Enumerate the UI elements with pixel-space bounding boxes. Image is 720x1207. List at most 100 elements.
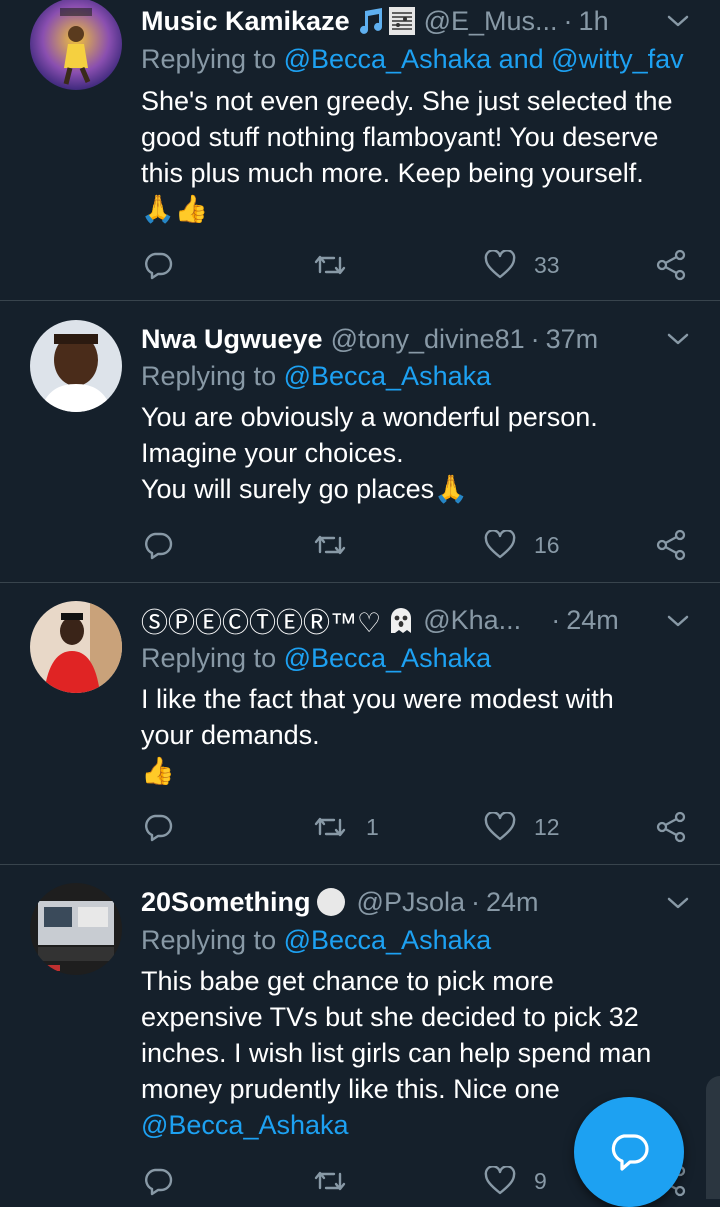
tweet-actions: 1 12 xyxy=(0,807,720,847)
tweet-text-line: You are obviously a wonderful person. xyxy=(141,402,598,432)
tweet-text: She's not even greedy. She just selected… xyxy=(141,83,692,227)
retweet-icon xyxy=(314,1171,346,1191)
share-icon xyxy=(656,249,686,281)
like-count: 16 xyxy=(534,531,560,558)
tweet-text: I like the fact that you were modest wit… xyxy=(141,681,692,789)
reply-icon xyxy=(145,814,173,842)
chevron-down-icon[interactable] xyxy=(666,11,690,31)
reply-button[interactable] xyxy=(143,807,173,847)
reply-icon xyxy=(145,532,173,560)
reply-button[interactable] xyxy=(143,525,173,565)
tweet-mention[interactable]: @Becca_Ashaka xyxy=(141,1110,349,1140)
compose-reply-button[interactable] xyxy=(574,1097,684,1207)
tweet-emoji: 🙏👍 xyxy=(141,194,209,224)
tweet-text-line: You will surely go places xyxy=(141,474,435,504)
heart-icon xyxy=(484,812,516,841)
retweet-button[interactable]: 1 xyxy=(312,807,379,847)
reply-icon xyxy=(145,252,173,280)
handle[interactable]: @Kha... xyxy=(423,605,521,636)
display-name[interactable]: Nwa Ugwueye xyxy=(141,324,323,355)
like-count: 9 xyxy=(534,1167,547,1194)
like-count: 33 xyxy=(534,251,560,278)
like-count: 12 xyxy=(534,813,560,840)
tweet-actions: 33 xyxy=(0,245,720,285)
tweet[interactable]: ⓈⓅⒺⒸⓉⒺⓇ™♡ @Kha... · 24m Replying to @Bec… xyxy=(0,582,720,865)
handle[interactable]: @tony_divine81 xyxy=(331,324,525,355)
separator-dot: · xyxy=(563,5,573,36)
tweet-text-line: Imagine your choices. xyxy=(141,438,404,468)
like-button[interactable]: 12 xyxy=(484,807,560,847)
display-name[interactable]: Music Kamikaze xyxy=(141,6,350,37)
display-name[interactable]: 20Something xyxy=(141,887,311,918)
tweet-text-line: I like the fact that you were modest wit… xyxy=(141,684,614,714)
replying-to: Replying to @Becca_Ashaka xyxy=(141,643,700,674)
timestamp[interactable]: 24m xyxy=(566,605,619,636)
replying-to-mentions[interactable]: @Becca_Ashaka xyxy=(284,925,492,955)
timestamp[interactable]: 37m xyxy=(546,324,599,355)
avatar[interactable] xyxy=(30,320,122,412)
reply-button[interactable] xyxy=(143,1161,173,1201)
heart-icon xyxy=(484,530,516,559)
like-button[interactable]: 33 xyxy=(484,245,560,285)
handle[interactable]: @PJsola xyxy=(357,887,465,918)
replying-to: Replying to @Becca_Ashaka xyxy=(141,925,700,956)
chevron-down-icon[interactable] xyxy=(666,329,690,349)
retweet-icon xyxy=(314,255,346,275)
retweet-icon xyxy=(314,535,346,555)
tweet-text-line: your demands. xyxy=(141,720,320,750)
heart-icon xyxy=(484,250,516,279)
tweet-text-line: This babe get chance to pick more xyxy=(141,966,554,996)
scrollbar[interactable] xyxy=(706,1076,720,1199)
like-button[interactable]: 9 xyxy=(484,1161,547,1201)
white-circle-icon xyxy=(315,886,347,918)
separator-dot: · xyxy=(551,604,561,635)
retweet-button[interactable] xyxy=(312,1161,366,1201)
tweet-text-line: money prudently like this. Nice one xyxy=(141,1074,560,1104)
tweet[interactable]: Nwa Ugwueye @tony_divine81 · 37m Replyin… xyxy=(0,300,720,583)
tweet-emoji: 👍 xyxy=(141,756,175,786)
tweet-text-line: inches. I wish list girls can help spend… xyxy=(141,1038,652,1068)
heart-icon xyxy=(484,1166,516,1195)
tweet-actions: 16 xyxy=(0,525,720,565)
music-note-icon xyxy=(356,6,386,36)
tweet-text-content: She's not even greedy. She just selected… xyxy=(141,86,673,188)
replying-to-mentions[interactable]: @Becca_Ashaka and @witty_fav xyxy=(284,44,684,74)
retweet-button[interactable] xyxy=(312,245,366,285)
tweet-text: You are obviously a wonderful person. Im… xyxy=(141,399,692,507)
tweet-text-line: expensive TVs but she decided to pick 32 xyxy=(141,1002,639,1032)
share-button[interactable] xyxy=(656,525,688,565)
reply-button[interactable] xyxy=(143,245,173,285)
separator-dot: · xyxy=(470,886,480,917)
share-icon xyxy=(656,811,686,843)
timestamp[interactable]: 1h xyxy=(579,6,609,37)
replying-to: Replying to @Becca_Ashaka and @witty_fav xyxy=(141,44,700,75)
avatar[interactable] xyxy=(30,601,122,693)
retweet-count: 1 xyxy=(366,813,379,840)
retweet-icon xyxy=(314,817,346,837)
separator-dot: · xyxy=(530,323,540,354)
ghost-icon xyxy=(387,605,415,635)
replying-to-label: Replying to xyxy=(141,925,284,955)
replying-to-label: Replying to xyxy=(141,361,284,391)
replying-to-label: Replying to xyxy=(141,643,284,673)
chevron-down-icon[interactable] xyxy=(666,611,690,631)
chevron-down-icon[interactable] xyxy=(666,893,690,913)
avatar[interactable] xyxy=(30,883,122,975)
timestamp[interactable]: 24m xyxy=(486,887,539,918)
share-button[interactable] xyxy=(656,807,688,847)
sheet-music-icon xyxy=(388,6,416,36)
share-icon xyxy=(656,529,686,561)
like-button[interactable]: 16 xyxy=(484,525,560,565)
avatar[interactable] xyxy=(30,0,122,90)
replying-to-mentions[interactable]: @Becca_Ashaka xyxy=(284,361,492,391)
compose-reply-icon xyxy=(611,1134,649,1171)
retweet-button[interactable] xyxy=(312,525,366,565)
share-button[interactable] xyxy=(656,245,688,285)
handle[interactable]: @E_Mus... xyxy=(424,6,558,37)
display-name[interactable]: ⓈⓅⒺⒸⓉⒺⓇ™♡ xyxy=(141,601,381,640)
tweet[interactable]: Music Kamikaze @E_Mus... · 1h Replying t… xyxy=(0,0,720,301)
replying-to-mentions[interactable]: @Becca_Ashaka xyxy=(284,643,492,673)
replying-to-label: Replying to xyxy=(141,44,284,74)
reply-icon xyxy=(145,1168,173,1196)
tweet-emoji: 🙏 xyxy=(434,474,468,504)
